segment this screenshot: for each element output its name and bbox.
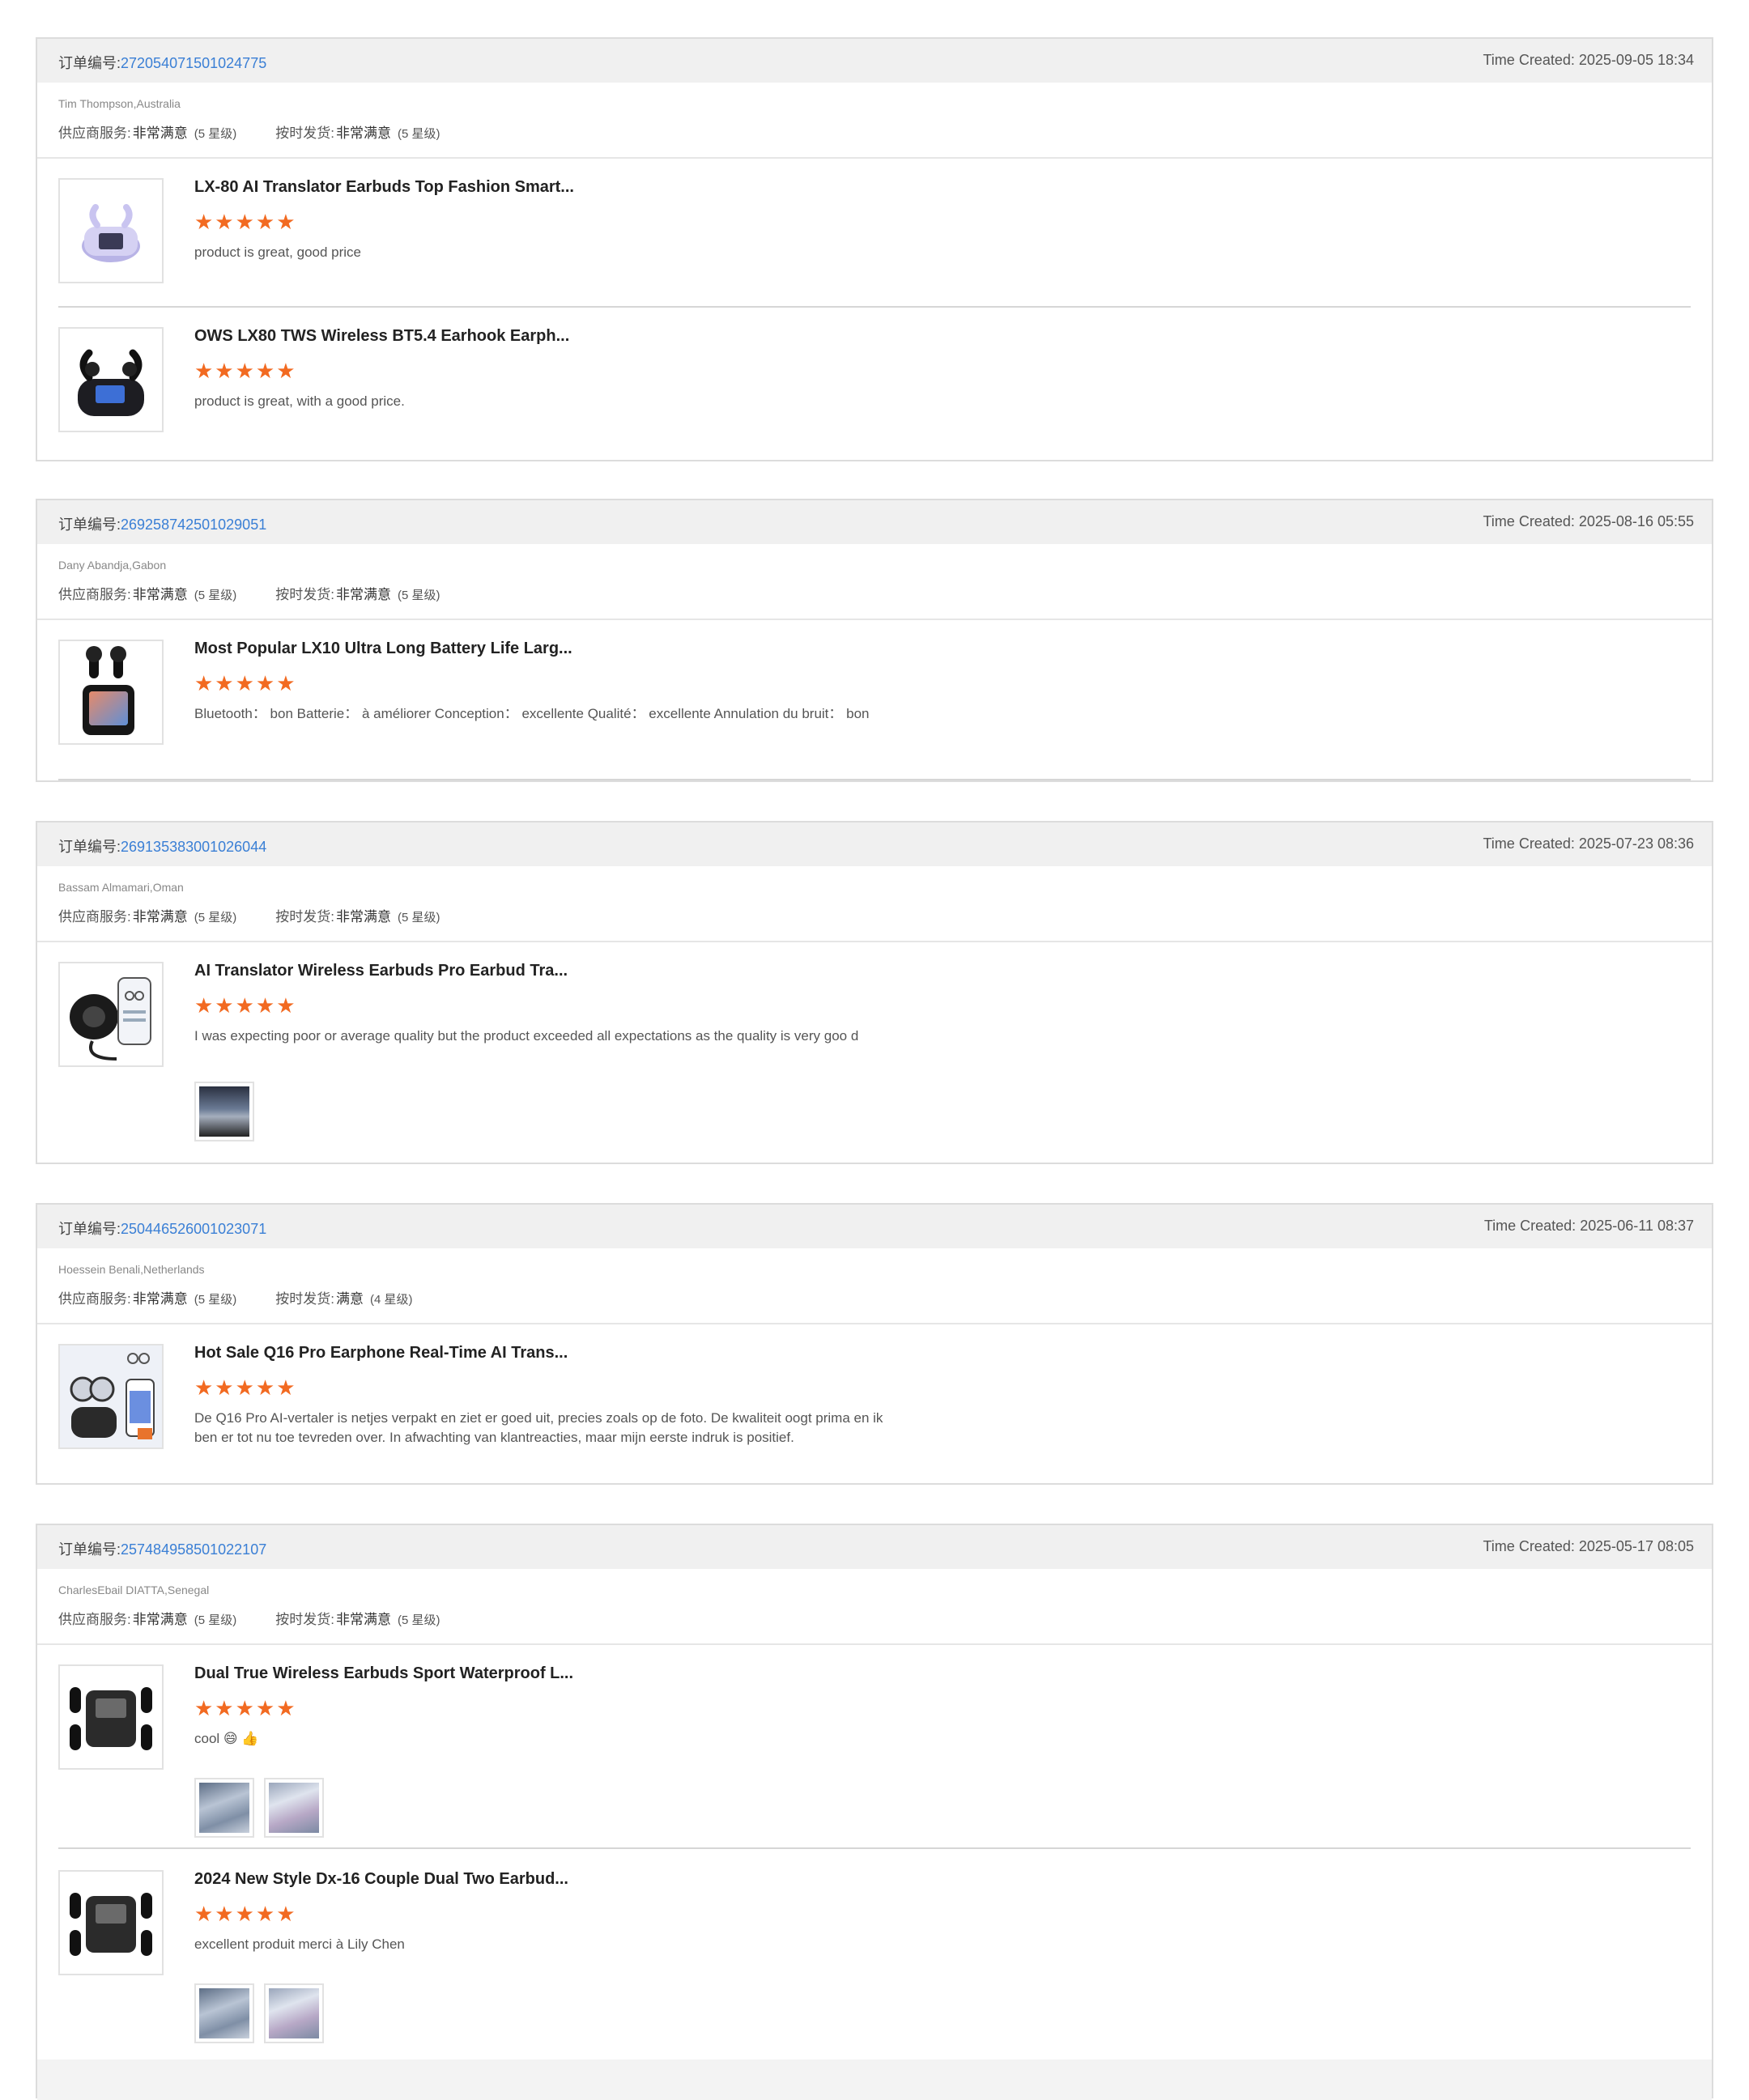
product-title[interactable]: OWS LX80 TWS Wireless BT5.4 Earhook Earp… [194, 327, 569, 346]
review-photo[interactable] [194, 1778, 254, 1838]
star-rating: ★★★★★ [194, 359, 297, 383]
review-item: Most Popular LX10 Ultra Long Battery Lif… [58, 640, 1192, 745]
product-title[interactable]: AI Translator Wireless Earbuds Pro Earbu… [194, 962, 568, 980]
buyer-name: Hoessein Benali,Netherlands [58, 1263, 205, 1276]
order-number-link[interactable]: 257484958501022107 [121, 1541, 266, 1558]
product-thumbnail[interactable] [58, 962, 164, 1067]
review-comment: excellent produit merci à Lily Chen [194, 1936, 405, 1952]
order-card: 订单编号:269135383001026044 Time Created: 20… [36, 821, 1713, 1164]
product-thumbnail[interactable] [58, 1870, 164, 1975]
product-thumbnail[interactable] [58, 1344, 164, 1449]
time-created: Time Created: 2025-07-23 08:36 [1483, 835, 1694, 852]
review-comment: product is great, good price [194, 244, 362, 260]
time-created: Time Created: 2025-08-16 05:55 [1483, 513, 1694, 529]
product-thumbnail[interactable] [58, 1664, 164, 1770]
order-number-label: 订单编号:269135383001026044 [58, 839, 267, 855]
rating-summary: 供应商服务: 非常满意 (5 星级) 按时发货: 非常满意 (5 星级) [58, 587, 440, 602]
order-number-link[interactable]: 269258742501029051 [121, 516, 266, 533]
order-card: 订单编号:269258742501029051 Time Created: 20… [36, 499, 1713, 782]
review-item: AI Translator Wireless Earbuds Pro Earbu… [58, 962, 1192, 1148]
order-header: 订单编号:250446526001023071 Time Created: 20… [37, 1205, 1712, 1248]
product-thumbnail[interactable] [58, 640, 164, 745]
product-thumbnail[interactable] [58, 327, 164, 432]
review-comment: De Q16 Pro AI-vertaler is netjes verpakt… [194, 1410, 883, 1445]
rating-summary: 供应商服务: 非常满意 (5 星级) 按时发货: 非常满意 (5 星级) [58, 125, 440, 141]
order-number-link[interactable]: 272054071501024775 [121, 55, 266, 71]
star-rating: ★★★★★ [194, 671, 297, 695]
buyer-name: Dany Abandja,Gabon [58, 559, 167, 572]
order-number-label: 订单编号:272054071501024775 [58, 55, 267, 71]
order-card: 订单编号:250446526001023071 Time Created: 20… [36, 1203, 1713, 1485]
order-header: 订单编号:269135383001026044 Time Created: 20… [37, 823, 1712, 866]
product-thumbnail[interactable] [58, 178, 164, 283]
order-number-label: 订单编号:257484958501022107 [58, 1541, 267, 1558]
order-number-link[interactable]: 250446526001023071 [121, 1221, 266, 1237]
order-number-label: 订单编号:250446526001023071 [58, 1221, 267, 1237]
star-rating: ★★★★★ [194, 993, 297, 1018]
review-comment: I was expecting poor or average quality … [194, 1028, 859, 1044]
review-item: Hot Sale Q16 Pro Earphone Real-Time AI T… [58, 1344, 1192, 1449]
order-header: 订单编号:269258742501029051 Time Created: 20… [37, 500, 1712, 544]
review-comment: product is great, with a good price. [194, 393, 405, 409]
review-photo[interactable] [264, 1778, 324, 1838]
star-rating: ★★★★★ [194, 1696, 297, 1720]
review-item: LX-80 AI Translator Earbuds Top Fashion … [58, 178, 1192, 283]
product-title[interactable]: LX-80 AI Translator Earbuds Top Fashion … [194, 178, 574, 197]
star-rating: ★★★★★ [194, 210, 297, 234]
review-photo[interactable] [194, 1983, 254, 2043]
rating-summary: 供应商服务: 非常满意 (5 星级) 按时发货: 满意 (4 星级) [58, 1291, 413, 1307]
order-header: 订单编号:272054071501024775 Time Created: 20… [37, 39, 1712, 83]
star-rating: ★★★★★ [194, 1375, 297, 1400]
rating-summary: 供应商服务: 非常满意 (5 星级) 按时发货: 非常满意 (5 星级) [58, 909, 440, 925]
product-title[interactable]: Hot Sale Q16 Pro Earphone Real-Time AI T… [194, 1344, 568, 1362]
time-created: Time Created: 2025-09-05 18:34 [1483, 52, 1694, 68]
time-created: Time Created: 2025-05-17 08:05 [1483, 1538, 1694, 1554]
order-card: 订单编号:272054071501024775 Time Created: 20… [36, 37, 1713, 461]
review-photo[interactable] [264, 1983, 324, 2043]
order-number-link[interactable]: 269135383001026044 [121, 839, 266, 855]
star-rating: ★★★★★ [194, 1902, 297, 1926]
review-item: OWS LX80 TWS Wireless BT5.4 Earhook Earp… [58, 327, 1192, 432]
review-comment: cool 😄 👍 [194, 1731, 259, 1746]
review-photo[interactable] [194, 1082, 254, 1141]
time-created: Time Created: 2025-06-11 08:37 [1483, 1218, 1694, 1234]
order-card: 订单编号:257484958501022107 Time Created: 20… [36, 1524, 1713, 2100]
buyer-name: CharlesEbail DIATTA,Senegal [58, 1584, 210, 1596]
product-title[interactable]: Most Popular LX10 Ultra Long Battery Lif… [194, 640, 572, 658]
product-title[interactable]: Dual True Wireless Earbuds Sport Waterpr… [194, 1664, 573, 1683]
buyer-name: Bassam Almamari,Oman [58, 881, 184, 894]
buyer-name: Tim Thompson,Australia [58, 97, 181, 110]
order-header: 订单编号:257484958501022107 Time Created: 20… [37, 1525, 1712, 1569]
review-item: Dual True Wireless Earbuds Sport Waterpr… [58, 1664, 1192, 1839]
review-item: 2024 New Style Dx-16 Couple Dual Two Ear… [58, 1870, 1192, 2045]
product-title[interactable]: 2024 New Style Dx-16 Couple Dual Two Ear… [194, 1870, 568, 1889]
rating-summary: 供应商服务: 非常满意 (5 星级) 按时发货: 非常满意 (5 星级) [58, 1612, 440, 1627]
order-number-label: 订单编号:269258742501029051 [58, 516, 267, 533]
review-comment: Bluetooth： bon Batterie： à améliorer Con… [194, 706, 870, 721]
